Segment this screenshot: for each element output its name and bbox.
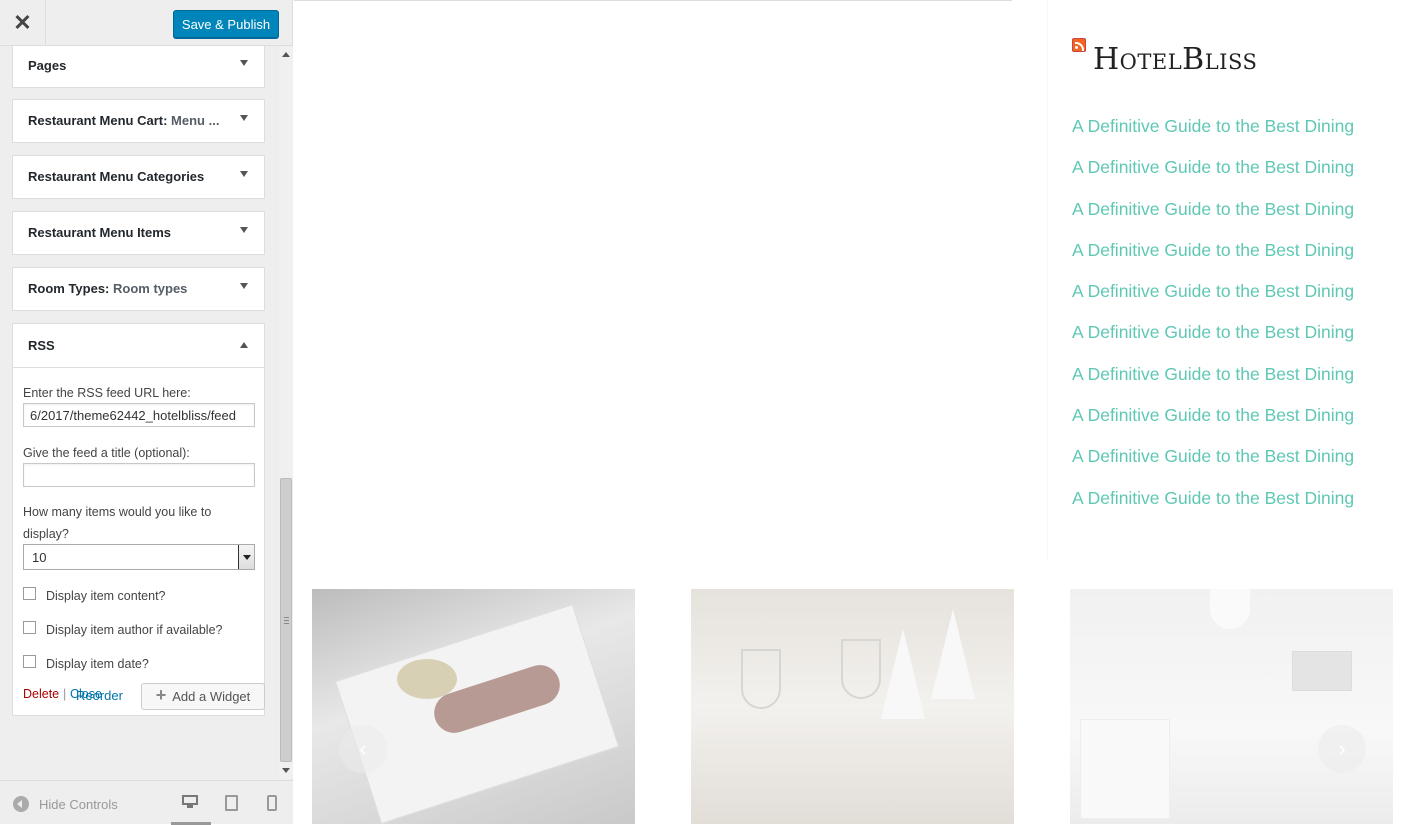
widget-section-title: Restaurant Menu Categories xyxy=(28,169,205,184)
widget-section-title: Restaurant Menu Cart: Menu ... xyxy=(28,113,220,128)
customizer-footer: Hide Controls xyxy=(0,780,293,825)
feed-item-list: A Definitive Guide to the Best Dining A … xyxy=(1072,116,1354,529)
chevron-right-icon: › xyxy=(1338,736,1346,761)
napkin-shape xyxy=(931,609,975,699)
grip-icon xyxy=(284,617,289,624)
feed-item-link[interactable]: A Definitive Guide to the Best Dining xyxy=(1072,405,1354,446)
widget-section-pages[interactable]: Pages xyxy=(12,46,265,88)
plus-icon: + xyxy=(155,685,167,705)
desktop-preview-icon[interactable] xyxy=(181,795,199,809)
lamp-shape xyxy=(1210,589,1250,629)
widget-section-title: Pages xyxy=(28,58,67,73)
feed-title-label: Give the feed a title (optional): xyxy=(23,446,190,460)
close-icon: ✕ xyxy=(13,10,32,35)
tv-shape xyxy=(1292,651,1352,691)
slider-prev-button[interactable]: ‹ xyxy=(339,725,387,773)
feed-item-link[interactable]: A Definitive Guide to the Best Dining xyxy=(1072,157,1354,198)
hide-controls-button[interactable]: Hide Controls xyxy=(13,796,118,812)
scroll-down-icon[interactable] xyxy=(282,768,290,773)
link-separator: | xyxy=(63,687,67,701)
feed-item-link[interactable]: A Definitive Guide to the Best Dining xyxy=(1072,322,1354,363)
feed-item-link[interactable]: A Definitive Guide to the Best Dining xyxy=(1072,281,1354,322)
customizer-sidebar: ✕ Save & Publish Pages Restaurant Menu C… xyxy=(0,0,293,825)
delete-widget-link[interactable]: Delete xyxy=(23,687,59,701)
items-count-value: 10 xyxy=(32,550,47,565)
scroll-up-icon[interactable] xyxy=(282,52,290,57)
dropdown-arrow-icon[interactable] xyxy=(238,545,254,569)
rss-widget-title[interactable]: HotelBliss xyxy=(1093,42,1257,77)
widget-section-restaurant-menu-cart[interactable]: Restaurant Menu Cart: Menu ... xyxy=(12,99,265,143)
rss-widget-preview: HotelBliss A Definitive Guide to the Bes… xyxy=(1047,0,1411,560)
napkin-shape xyxy=(881,629,925,719)
expand-arrow-icon xyxy=(240,60,248,66)
reorder-link[interactable]: Reorder xyxy=(76,688,123,703)
rss-url-label: Enter the RSS feed URL here: xyxy=(23,386,191,400)
widgets-panel: Pages Restaurant Menu Cart: Menu ... Res… xyxy=(0,46,293,779)
site-preview: HotelBliss A Definitive Guide to the Bes… xyxy=(294,0,1411,824)
rss-section-title: RSS xyxy=(28,338,55,353)
close-customizer-button[interactable]: ✕ xyxy=(0,0,46,46)
display-date-checkbox[interactable] xyxy=(23,655,36,668)
rss-url-input[interactable] xyxy=(23,403,255,427)
slider-next-button[interactable]: › xyxy=(1318,725,1366,773)
items-count-label: How many items would you like to xyxy=(23,505,212,519)
scrollbar-thumb[interactable] xyxy=(280,478,292,762)
expand-arrow-icon xyxy=(240,171,248,177)
feed-item-link[interactable]: A Definitive Guide to the Best Dining xyxy=(1072,446,1354,487)
widget-section-rss: RSS Enter the RSS feed URL here: Give th… xyxy=(12,323,265,716)
display-content-checkbox[interactable] xyxy=(23,587,36,600)
hide-controls-label: Hide Controls xyxy=(39,796,118,812)
gallery-image-room[interactable] xyxy=(1070,589,1393,824)
add-widget-label: Add a Widget xyxy=(172,689,251,704)
widget-section-restaurant-menu-categories[interactable]: Restaurant Menu Categories xyxy=(12,155,265,199)
expand-arrow-icon xyxy=(240,283,248,289)
customizer-header: ✕ Save & Publish xyxy=(0,0,292,46)
gallery-image-food[interactable] xyxy=(312,589,635,824)
feed-item-link[interactable]: A Definitive Guide to the Best Dining xyxy=(1072,488,1354,529)
items-count-select[interactable]: 10 xyxy=(23,544,255,570)
display-author-label: Display item author if available? xyxy=(46,623,223,637)
rss-section-header[interactable]: RSS xyxy=(13,324,264,368)
feed-item-link[interactable]: A Definitive Guide to the Best Dining xyxy=(1072,364,1354,405)
rss-feed-icon[interactable] xyxy=(1072,38,1086,52)
expand-arrow-icon xyxy=(240,227,248,233)
save-publish-button[interactable]: Save & Publish xyxy=(173,10,279,38)
glass-shape xyxy=(841,639,881,699)
sidebar-scrollbar[interactable] xyxy=(279,46,293,779)
items-count-label-2: display? xyxy=(23,527,69,541)
collapse-icon xyxy=(13,796,29,812)
display-author-checkbox[interactable] xyxy=(23,621,36,634)
feed-item-link[interactable]: A Definitive Guide to the Best Dining xyxy=(1072,240,1354,281)
divider xyxy=(294,0,1012,1)
widget-section-title: Room Types: Room types xyxy=(28,281,188,296)
widget-section-restaurant-menu-items[interactable]: Restaurant Menu Items xyxy=(12,211,265,255)
feed-item-link[interactable]: A Definitive Guide to the Best Dining xyxy=(1072,199,1354,240)
display-date-label: Display item date? xyxy=(46,657,149,671)
widget-section-title: Restaurant Menu Items xyxy=(28,225,172,240)
collapse-arrow-icon xyxy=(240,342,248,348)
add-widget-button[interactable]: + Add a Widget xyxy=(141,683,265,710)
display-content-label: Display item content? xyxy=(46,589,166,603)
feed-title-input[interactable] xyxy=(23,463,255,487)
gallery-image-table[interactable] xyxy=(691,589,1014,824)
mobile-preview-icon[interactable] xyxy=(267,795,277,811)
feed-item-link[interactable]: A Definitive Guide to the Best Dining xyxy=(1072,116,1354,157)
glass-shape xyxy=(741,649,781,709)
widget-section-room-types[interactable]: Room Types: Room types xyxy=(12,267,265,311)
expand-arrow-icon xyxy=(240,115,248,121)
tablet-preview-icon[interactable] xyxy=(225,795,238,811)
sofa-shape xyxy=(1080,719,1170,819)
chevron-left-icon: ‹ xyxy=(359,736,367,761)
